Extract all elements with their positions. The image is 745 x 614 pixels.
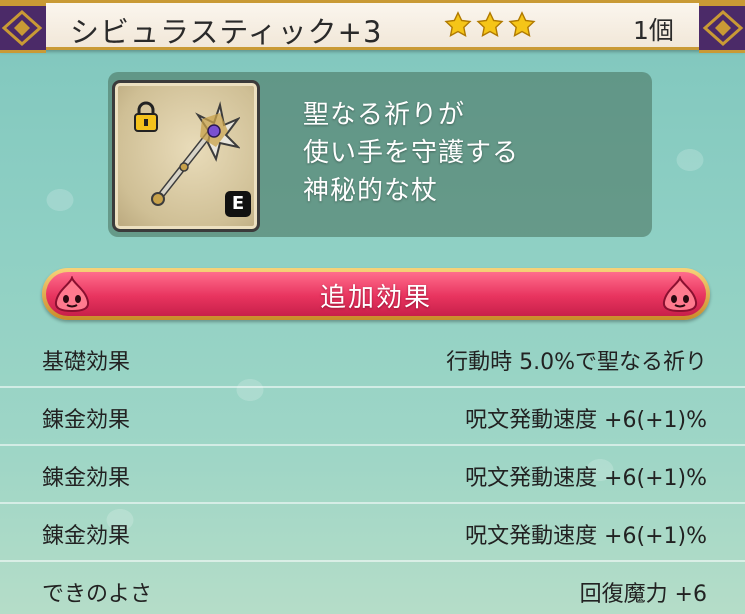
effect-value: 回復魔力 +6	[579, 582, 707, 607]
star-icon	[476, 11, 504, 37]
corner-ornament-left	[0, 3, 46, 53]
item-quantity: 1個	[633, 16, 674, 45]
banner-title: 追加効果	[319, 283, 432, 313]
effects-table: 基礎効果 行動時 5.0%で聖なる祈り 錬金効果 呪文発動速度 +6(+1)% …	[0, 330, 745, 614]
effect-label: できのよさ	[42, 582, 153, 607]
effect-label: 基礎効果	[42, 350, 131, 375]
effect-row: 基礎効果 行動時 5.0%で聖なる祈り	[0, 330, 745, 388]
effect-label: 錬金効果	[42, 408, 131, 433]
effect-value: 呪文発動速度 +6(+1)%	[465, 466, 707, 491]
star-icon	[444, 11, 472, 37]
effect-label: 錬金効果	[42, 524, 131, 549]
effect-row: 錬金効果 呪文発動速度 +6(+1)%	[0, 504, 745, 562]
effect-value: 行動時 5.0%で聖なる祈り	[446, 350, 707, 375]
grade-badge: E	[225, 191, 251, 217]
banner-inner: 追加効果	[46, 272, 706, 316]
effect-row: 錬金効果 呪文発動速度 +6(+1)%	[0, 388, 745, 446]
additional-effects-banner: 追加効果	[42, 268, 710, 320]
title-bar: シビュラスティック+3 1個	[0, 0, 745, 53]
item-icon-frame[interactable]: E	[112, 80, 260, 232]
slime-icon	[662, 276, 698, 312]
effect-row: 錬金効果 呪文発動速度 +6(+1)%	[0, 446, 745, 504]
star-icon	[508, 11, 536, 37]
corner-ornament-right	[699, 3, 745, 53]
description-line: 神秘的な杖	[303, 176, 439, 206]
item-description: 聖なる祈りが 使い手を守護する 神秘的な杖	[303, 96, 519, 210]
item-name: シビュラスティック+3	[70, 15, 383, 49]
rarity-stars	[444, 11, 536, 39]
description-line: 使い手を守護する	[303, 138, 520, 168]
effect-value: 呪文発動速度 +6(+1)%	[465, 524, 707, 549]
effect-value: 呪文発動速度 +6(+1)%	[465, 408, 707, 433]
description-line: 聖なる祈りが	[303, 100, 466, 130]
effect-row: できのよさ 回復魔力 +6	[0, 562, 745, 614]
effect-label: 錬金効果	[42, 466, 131, 491]
